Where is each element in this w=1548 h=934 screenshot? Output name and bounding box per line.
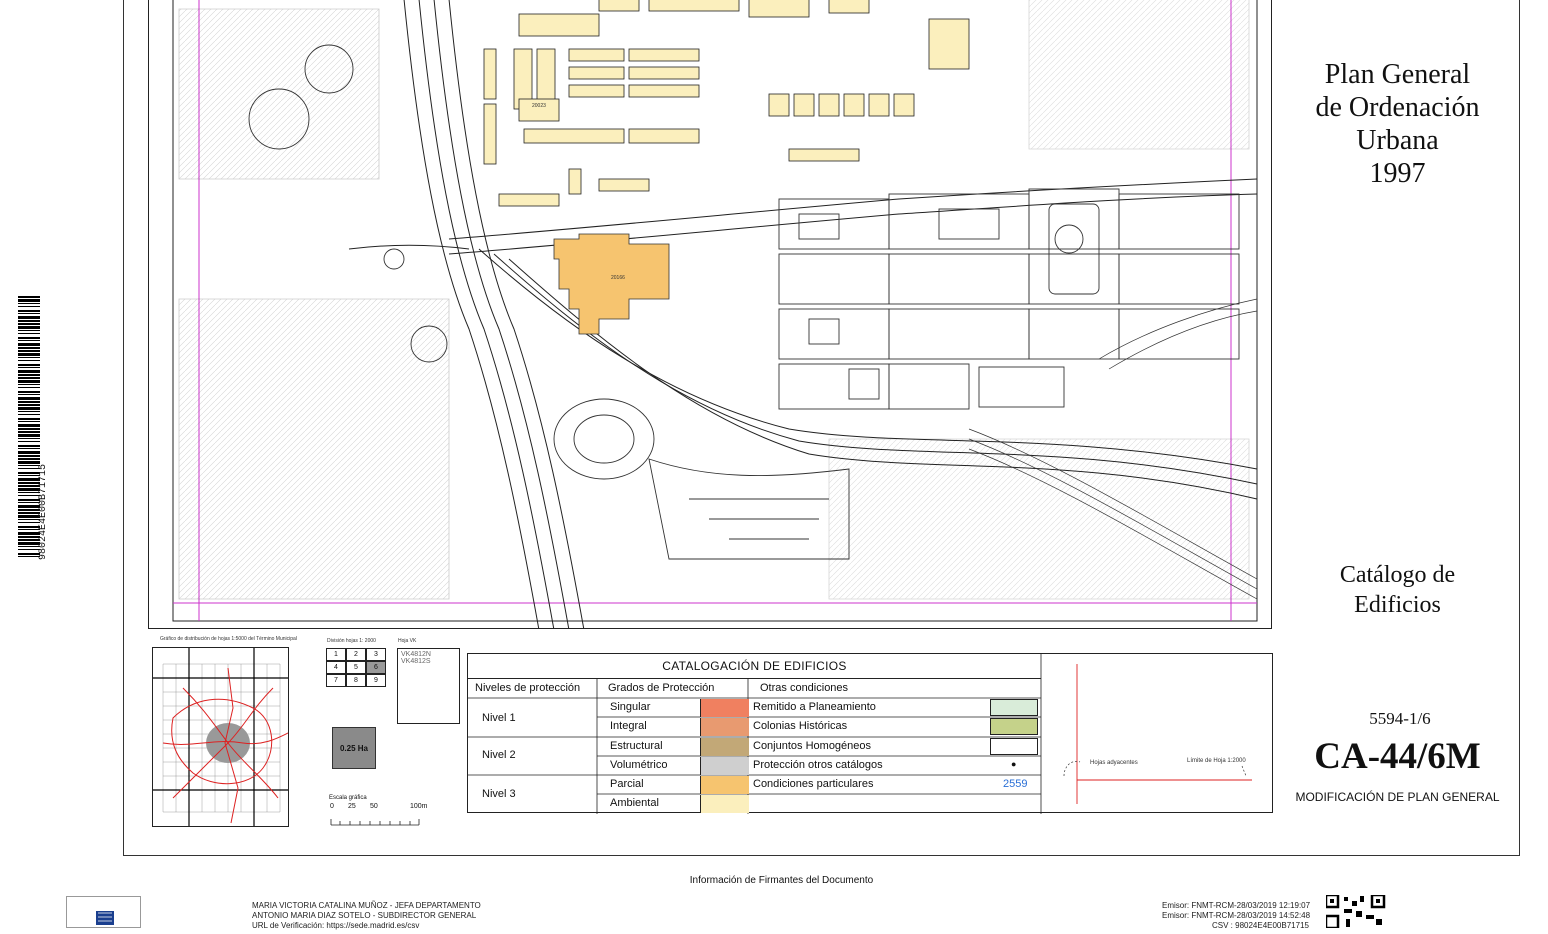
city-map[interactable]: 20166 20023 <box>148 0 1272 629</box>
other-condition-swatch <box>990 718 1038 735</box>
grade-label: Estructural <box>610 740 663 752</box>
other-condition-label: Conjuntos Homogéneos <box>753 740 872 752</box>
division-cell: 9 <box>366 674 386 687</box>
division-grid: 123 456 789 <box>326 648 386 687</box>
sheet-modification: MODIFICACIÓN DE PLAN GENERAL <box>1295 790 1500 804</box>
grade-swatch <box>700 757 749 775</box>
distribution-title: Gráfico de distribución de hojas 1:5000 … <box>160 636 297 642</box>
other-condition-mark: 2559 <box>1003 778 1028 790</box>
barcode-text: 98024E4E00B71715 <box>38 463 49 560</box>
grade-label: Integral <box>610 720 647 732</box>
verification-url[interactable]: URL de Verificación: https://sede.madrid… <box>252 921 419 930</box>
division-cell: 3 <box>366 648 386 661</box>
other-condition-label: Colonias Históricas <box>753 720 848 732</box>
division-cell: 4 <box>326 661 346 674</box>
scale-tick-50: 50 <box>370 803 378 810</box>
qr-code <box>1324 893 1386 930</box>
emisor-2: Emisor: FNMT-RCM-28/03/2019 14:52:48 <box>1162 911 1311 920</box>
vk-code-2: VK4812S <box>401 658 431 665</box>
area-badge: 0.25 Ha <box>332 727 376 769</box>
scale-tick-100: 100m <box>410 803 428 810</box>
scale-title: Escala gráfica <box>329 795 367 801</box>
grade-label: Singular <box>610 701 651 713</box>
scale-tick-25: 25 <box>348 803 356 810</box>
distribution-map[interactable] <box>152 647 289 827</box>
division-cell: 7 <box>326 674 346 687</box>
vk-box: VK4812N VK4812S <box>397 648 460 724</box>
grade-swatch <box>700 776 749 794</box>
adjacent-sheets-diagram: Hojas adyacentes Límite de Hoja 1:2000 <box>1063 664 1252 804</box>
building-number-label: 20166 <box>611 275 625 281</box>
adjacent-label: Hojas adyacentes <box>1090 760 1138 766</box>
other-condition-swatch <box>990 699 1038 716</box>
barcode <box>18 296 40 558</box>
grade-swatch <box>700 699 749 717</box>
emisor-1: Emisor: FNMT-RCM-28/03/2019 12:19:07 <box>1162 901 1311 910</box>
footer-heading: Información de Firmantes del Documento <box>689 875 874 886</box>
signer-2: ANTONIO MARIA DIAZ SOTELO - SUBDIRECTOR … <box>252 911 477 920</box>
division-cell: 5 <box>346 661 366 674</box>
header-grades: Grados de Protección <box>608 682 715 694</box>
division-cell: 1 <box>326 648 346 661</box>
header-other: Otras condiciones <box>760 682 849 694</box>
scale-tick-0: 0 <box>330 803 334 810</box>
other-condition-label: Condiciones particulares <box>753 778 874 790</box>
qr-code-icon <box>1324 893 1386 930</box>
madrid-crest-icon <box>96 911 114 925</box>
division-cell: 8 <box>346 674 366 687</box>
division-cell: 2 <box>346 648 366 661</box>
other-condition-swatch <box>990 738 1038 755</box>
vk-code-1: VK4812N <box>401 651 431 658</box>
scale-ruler <box>330 819 420 826</box>
grade-swatch <box>700 738 749 756</box>
division-title: División hojas 1: 2000 <box>327 638 376 644</box>
sheet-code: CA-44/6M <box>1314 736 1481 777</box>
signer-1: MARIA VICTORIA CATALINA MUÑOZ - JEFA DEP… <box>252 901 481 910</box>
other-condition-mark: ● <box>1011 759 1017 769</box>
catalog-legend: CATALOGACIÓN DE EDIFICIOS Niveles de pro… <box>467 653 1273 814</box>
level-3: Nivel 3 <box>482 788 516 800</box>
distribution-grid <box>153 648 288 826</box>
map-drawing: 20166 20023 <box>172 0 1258 628</box>
plan-title: Plan General de Ordenación Urbana 1997 <box>1315 59 1480 189</box>
grade-label: Volumétrico <box>610 759 668 771</box>
vk-title: Hoja VK <box>398 638 417 644</box>
level-1: Nivel 1 <box>482 712 516 724</box>
other-condition-label: Remitido a Planeamiento <box>753 701 876 713</box>
scale-bar: 0 25 50 100m <box>330 803 430 829</box>
building-number-label-2: 20023 <box>532 103 546 109</box>
grade-label: Ambiental <box>610 797 659 809</box>
header-levels: Niveles de protección <box>475 682 581 694</box>
catalog-title: Catálogo de Edificios <box>1339 562 1456 618</box>
limit-label: Límite de Hoja 1:2000 <box>1187 758 1246 764</box>
sheet-number: 5594-1/6 <box>1369 709 1431 728</box>
division-cell: 6 <box>366 661 386 674</box>
grade-swatch <box>700 718 749 736</box>
grade-label: Parcial <box>610 778 644 790</box>
csv-code: CSV : 98024E4E00B71715 <box>1212 921 1309 930</box>
madrid-logo <box>66 896 141 928</box>
level-2: Nivel 2 <box>482 749 516 761</box>
grade-swatch <box>700 795 749 813</box>
other-condition-label: Protección otros catálogos <box>753 759 883 771</box>
